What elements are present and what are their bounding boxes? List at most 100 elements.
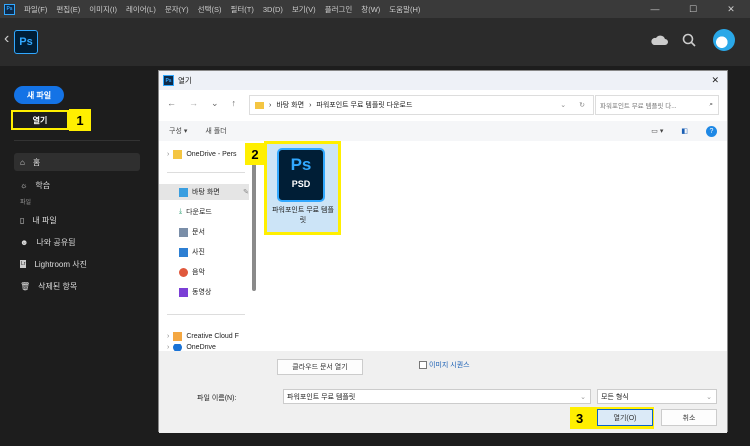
divider bbox=[167, 172, 245, 173]
user-icon: ☻ bbox=[20, 237, 29, 247]
sidebar-item-deleted[interactable]: 🗑 삭제된 항목 bbox=[14, 277, 140, 295]
search-icon: ⌕ bbox=[709, 101, 713, 108]
nav-label: 동영상 bbox=[192, 289, 212, 296]
chevron-down-icon[interactable]: ⌄ bbox=[580, 393, 586, 401]
sidebar-item-home[interactable]: ⌂ 홈 bbox=[14, 153, 140, 171]
sidebar-item-my-files[interactable]: ▯ 내 파일 bbox=[14, 211, 140, 229]
back-arrow-icon[interactable]: ← bbox=[167, 98, 176, 109]
nav-label: Creative Cloud F bbox=[186, 332, 239, 340]
help-icon[interactable]: ? bbox=[706, 125, 717, 137]
file-list: 2 Ps PSD 파워포인트 무료 템플릿 bbox=[245, 141, 727, 351]
sidebar-item-label: 학습 bbox=[35, 180, 51, 190]
menu-type[interactable]: 문자(Y) bbox=[165, 4, 189, 15]
cc-folder-icon bbox=[173, 331, 183, 341]
nav-videos[interactable]: 동영상 bbox=[179, 284, 249, 300]
nav-creative-cloud[interactable]: › Creative Cloud F bbox=[167, 328, 255, 344]
nav-label: 음악 bbox=[192, 269, 205, 276]
nav-label: 사진 bbox=[192, 249, 205, 256]
photoshop-icon: Ps bbox=[163, 75, 174, 86]
menu-view[interactable]: 보기(V) bbox=[292, 4, 316, 15]
file-name: 파워포인트 무료 템플릿 bbox=[272, 207, 334, 224]
avatar[interactable] bbox=[713, 29, 735, 51]
sidebar-item-label: 나와 공유됨 bbox=[36, 237, 76, 247]
nav-onedrive[interactable]: › OneDrive bbox=[167, 344, 255, 351]
desktop-icon bbox=[179, 187, 188, 197]
step-badge-1: 1 bbox=[69, 109, 91, 131]
pictures-icon bbox=[179, 247, 188, 257]
window-controls: — ☐ ✕ bbox=[636, 0, 750, 18]
download-icon: ⤓ bbox=[179, 208, 183, 215]
navigation-pane: › OneDrive - Pers 바탕 화면 ✎ ⤓ 다운로드 문서 사진 음악 동… bbox=[159, 141, 259, 351]
onedrive-icon bbox=[173, 344, 183, 351]
up-arrow-icon[interactable]: ↑ bbox=[232, 98, 237, 109]
nav-scrollbar[interactable] bbox=[252, 161, 256, 291]
nav-label: 문서 bbox=[192, 229, 205, 236]
nav-label: OneDrive bbox=[186, 344, 216, 351]
open-button[interactable]: 열기 bbox=[11, 110, 69, 130]
new-folder-button[interactable]: 새 폴더 bbox=[205, 126, 226, 136]
checkbox[interactable] bbox=[419, 361, 427, 369]
trash-icon: 🗑 bbox=[20, 281, 31, 291]
address-bar[interactable]: › 바탕 화면 › 파워포인트 무료 템플릿 다운로드 ⌄ ↻ bbox=[249, 95, 594, 115]
recent-chevron-icon[interactable]: ⌄ bbox=[211, 98, 219, 109]
menu-image[interactable]: 이미지(I) bbox=[89, 4, 117, 15]
filetype-select[interactable]: 모든 형식 ⌄ bbox=[597, 389, 717, 404]
nav-label: 바탕 화면 bbox=[192, 189, 220, 196]
address-dropdown-icon[interactable]: ⌄ bbox=[560, 101, 566, 109]
forward-arrow-icon[interactable]: → bbox=[189, 98, 198, 109]
nav-onedrive-personal[interactable]: › OneDrive - Pers bbox=[167, 146, 255, 162]
maximize-button[interactable]: ☐ bbox=[674, 0, 712, 18]
preview-pane-icon[interactable]: ◧ bbox=[681, 127, 688, 135]
folder-icon bbox=[255, 101, 264, 109]
nav-pictures[interactable]: 사진 bbox=[179, 244, 249, 260]
psd-file-icon: Ps PSD bbox=[277, 148, 325, 202]
sidebar-item-learn[interactable]: ☼ 학습 bbox=[14, 176, 140, 194]
menu-edit[interactable]: 편집(E) bbox=[56, 4, 80, 15]
sidebar-item-shared[interactable]: ☻ 나와 공유됨 bbox=[14, 233, 140, 251]
nav-documents[interactable]: 문서 bbox=[179, 224, 249, 240]
breadcrumb-desktop[interactable]: 바탕 화면 bbox=[276, 100, 304, 110]
menu-plugins[interactable]: 플러그인 bbox=[325, 4, 353, 15]
breadcrumb-folder[interactable]: 파워포인트 무료 템플릿 다운로드 bbox=[316, 100, 412, 110]
sidebar-item-label: 내 파일 bbox=[32, 215, 57, 225]
dialog-footer: 클라우드 문서 열기 이미지 시퀀스 파일 이름(N): 파워포인트 무료 템플… bbox=[159, 351, 727, 433]
refresh-icon[interactable]: ↻ bbox=[579, 101, 585, 109]
cloud-icon[interactable] bbox=[650, 34, 668, 46]
filename-input[interactable]: 파워포인트 무료 템플릿 ⌄ bbox=[283, 389, 591, 404]
minimize-button[interactable]: — bbox=[636, 0, 674, 18]
menu-file[interactable]: 파일(F) bbox=[24, 4, 47, 15]
cancel-button[interactable]: 취소 bbox=[661, 409, 717, 426]
menu-filter[interactable]: 필터(T) bbox=[230, 4, 253, 15]
menu-select[interactable]: 선택(S) bbox=[198, 4, 222, 15]
new-file-button[interactable]: 새 파일 bbox=[14, 86, 64, 104]
open-cloud-document-button[interactable]: 클라우드 문서 열기 bbox=[277, 359, 363, 375]
sidebar-item-label: Lightroom 사진 bbox=[34, 259, 87, 269]
search-icon[interactable] bbox=[682, 33, 696, 47]
organize-menu[interactable]: 구성 ▾ bbox=[169, 126, 187, 136]
sidebar-item-label: 삭제된 항목 bbox=[38, 281, 78, 291]
view-options-icon[interactable]: ▭ ▾ bbox=[651, 127, 663, 135]
file-item-psd[interactable]: Ps PSD 파워포인트 무료 템플릿 bbox=[264, 141, 341, 235]
menu-3d[interactable]: 3D(D) bbox=[263, 5, 283, 14]
close-button[interactable]: ✕ bbox=[712, 0, 750, 18]
nav-downloads[interactable]: ⤓ 다운로드 bbox=[179, 204, 249, 220]
music-icon bbox=[179, 267, 188, 277]
back-button[interactable]: ‹ bbox=[4, 30, 9, 48]
nav-music[interactable]: 음악 bbox=[179, 264, 249, 280]
menu-layer[interactable]: 레이어(L) bbox=[126, 4, 156, 15]
open-file-button[interactable]: 열기(O) bbox=[597, 409, 653, 426]
app-header bbox=[0, 18, 750, 66]
image-sequence-checkbox[interactable]: 이미지 시퀀스 bbox=[419, 360, 470, 370]
photoshop-logo: Ps bbox=[14, 30, 38, 54]
sidebar-item-lightroom[interactable]: Lr Lightroom 사진 bbox=[14, 255, 140, 273]
divider bbox=[14, 140, 140, 141]
menu-window[interactable]: 창(W) bbox=[361, 4, 380, 15]
dialog-close-button[interactable]: ✕ bbox=[711, 75, 719, 86]
file-icon: ▯ bbox=[20, 215, 25, 225]
photoshop-icon: Ps bbox=[4, 3, 15, 15]
search-input[interactable]: 파워포인트 무료 템플릿 다... ⌕ bbox=[595, 95, 719, 115]
nav-desktop[interactable]: 바탕 화면 ✎ bbox=[159, 184, 249, 200]
open-file-dialog: Ps 열기 ✕ ← → ⌄ ↑ › 바탕 화면 › 파워포인트 무료 템플릿 다운로드 ⌄… bbox=[158, 70, 728, 433]
menu-help[interactable]: 도움말(H) bbox=[389, 4, 420, 15]
dialog-titlebar: Ps 열기 bbox=[159, 71, 727, 90]
